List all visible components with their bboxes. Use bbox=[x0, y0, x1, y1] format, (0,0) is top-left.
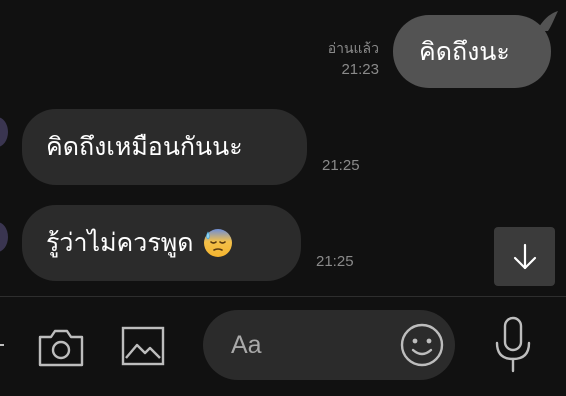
gallery-button[interactable] bbox=[118, 323, 168, 369]
message-time: 21:25 bbox=[316, 253, 354, 270]
read-receipt: อ่านแล้ว bbox=[327, 41, 379, 57]
plus-icon[interactable] bbox=[0, 344, 4, 346]
message-text: คิดถึงเหมือนกันนะ bbox=[46, 132, 243, 161]
smiley-icon bbox=[400, 323, 444, 367]
arrow-down-icon bbox=[513, 243, 536, 269]
emoji-button[interactable] bbox=[399, 322, 445, 368]
message-text: คิดถึงนะ bbox=[419, 36, 510, 66]
scroll-to-bottom-button[interactable] bbox=[494, 227, 555, 286]
microphone-button[interactable] bbox=[489, 314, 537, 376]
camera-icon bbox=[38, 329, 84, 367]
message-text: รู้ว่าไม่ควรพูด bbox=[46, 228, 194, 257]
avatar[interactable] bbox=[0, 117, 8, 147]
downcast-face-with-sweat-icon bbox=[203, 228, 233, 258]
incoming-message-bubble[interactable]: คิดถึงเหมือนกันนะ bbox=[22, 109, 307, 185]
message-time: 21:23 bbox=[341, 61, 379, 78]
incoming-message-bubble[interactable]: รู้ว่าไม่ควรพูด bbox=[22, 205, 301, 281]
microphone-icon bbox=[495, 316, 531, 373]
composer-bar: Aa bbox=[0, 296, 566, 396]
message-input-placeholder: Aa bbox=[231, 330, 262, 359]
image-icon bbox=[121, 326, 165, 366]
avatar[interactable] bbox=[0, 222, 8, 252]
conversation-area: อ่านแล้ว 21:23 คิดถึงนะ คิดถึงเหมือนกันน… bbox=[0, 0, 566, 296]
outgoing-message-bubble[interactable]: คิดถึงนะ bbox=[393, 15, 551, 88]
camera-button[interactable] bbox=[34, 325, 88, 371]
message-time: 21:25 bbox=[322, 157, 360, 174]
